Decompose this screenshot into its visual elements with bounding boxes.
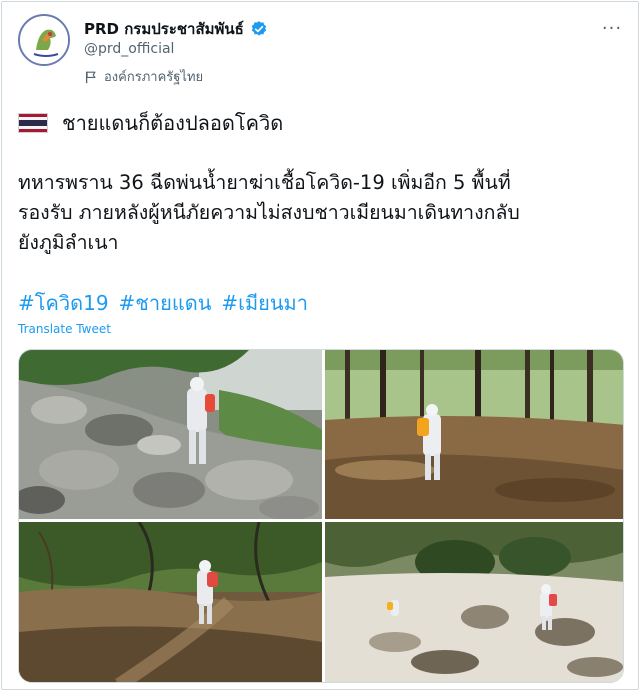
rocky-slope-image bbox=[19, 350, 322, 519]
headline-text: ชายแดนก็ต้องปลอดโควิด bbox=[62, 111, 284, 135]
sandy-riverbed-image bbox=[325, 522, 623, 682]
prd-logo-icon bbox=[22, 18, 68, 64]
hashtag-link[interactable]: #โควิด19 bbox=[18, 288, 109, 318]
hashtag-list: #โควิด19 #ชายแดน #เมียนมา bbox=[18, 288, 626, 318]
thailand-flag-icon bbox=[18, 113, 48, 133]
media-grid bbox=[18, 349, 624, 683]
tweet-headline: ชายแดนก็ต้องปลอดโควิด bbox=[18, 108, 626, 138]
display-name[interactable]: PRD กรมประชาสัมพันธ์ bbox=[84, 17, 244, 41]
name-row: PRD กรมประชาสัมพันธ์ bbox=[84, 18, 268, 40]
photo-forest-clearing[interactable] bbox=[325, 350, 623, 519]
dirt-trail-image bbox=[19, 522, 322, 682]
avatar[interactable] bbox=[18, 14, 70, 66]
affiliation-label: องค์กรภาครัฐไทย bbox=[84, 66, 203, 87]
translate-tweet-link[interactable]: Translate Tweet bbox=[18, 322, 111, 336]
hashtag-link[interactable]: #ชายแดน bbox=[119, 288, 212, 318]
forest-clearing-image bbox=[325, 350, 623, 519]
verified-badge-icon bbox=[251, 21, 267, 36]
tweet-text: ชายแดนก็ต้องปลอดโควิด ทหารพราน 36 ฉีดพ่น… bbox=[18, 108, 626, 318]
tweet-card: PRD กรมประชาสัมพันธ์ @prd_official องค์ก… bbox=[1, 1, 639, 690]
photo-sandy-riverbed[interactable] bbox=[325, 522, 623, 682]
hashtag-link[interactable]: #เมียนมา bbox=[221, 288, 308, 318]
flag-icon bbox=[85, 71, 96, 83]
more-options-icon[interactable]: ··· bbox=[600, 18, 624, 39]
photo-rocky-slope[interactable] bbox=[19, 350, 322, 519]
photo-dirt-trail[interactable] bbox=[19, 522, 322, 682]
user-handle[interactable]: @prd_official bbox=[84, 41, 174, 57]
tweet-header: PRD กรมประชาสัมพันธ์ @prd_official องค์ก… bbox=[18, 14, 626, 90]
tweet-body: ทหารพราน 36 ฉีดพ่นน้ำยาฆ่าเชื้อโควิด-19 … bbox=[18, 171, 520, 254]
affiliation-text: องค์กรภาครัฐไทย bbox=[104, 70, 204, 85]
